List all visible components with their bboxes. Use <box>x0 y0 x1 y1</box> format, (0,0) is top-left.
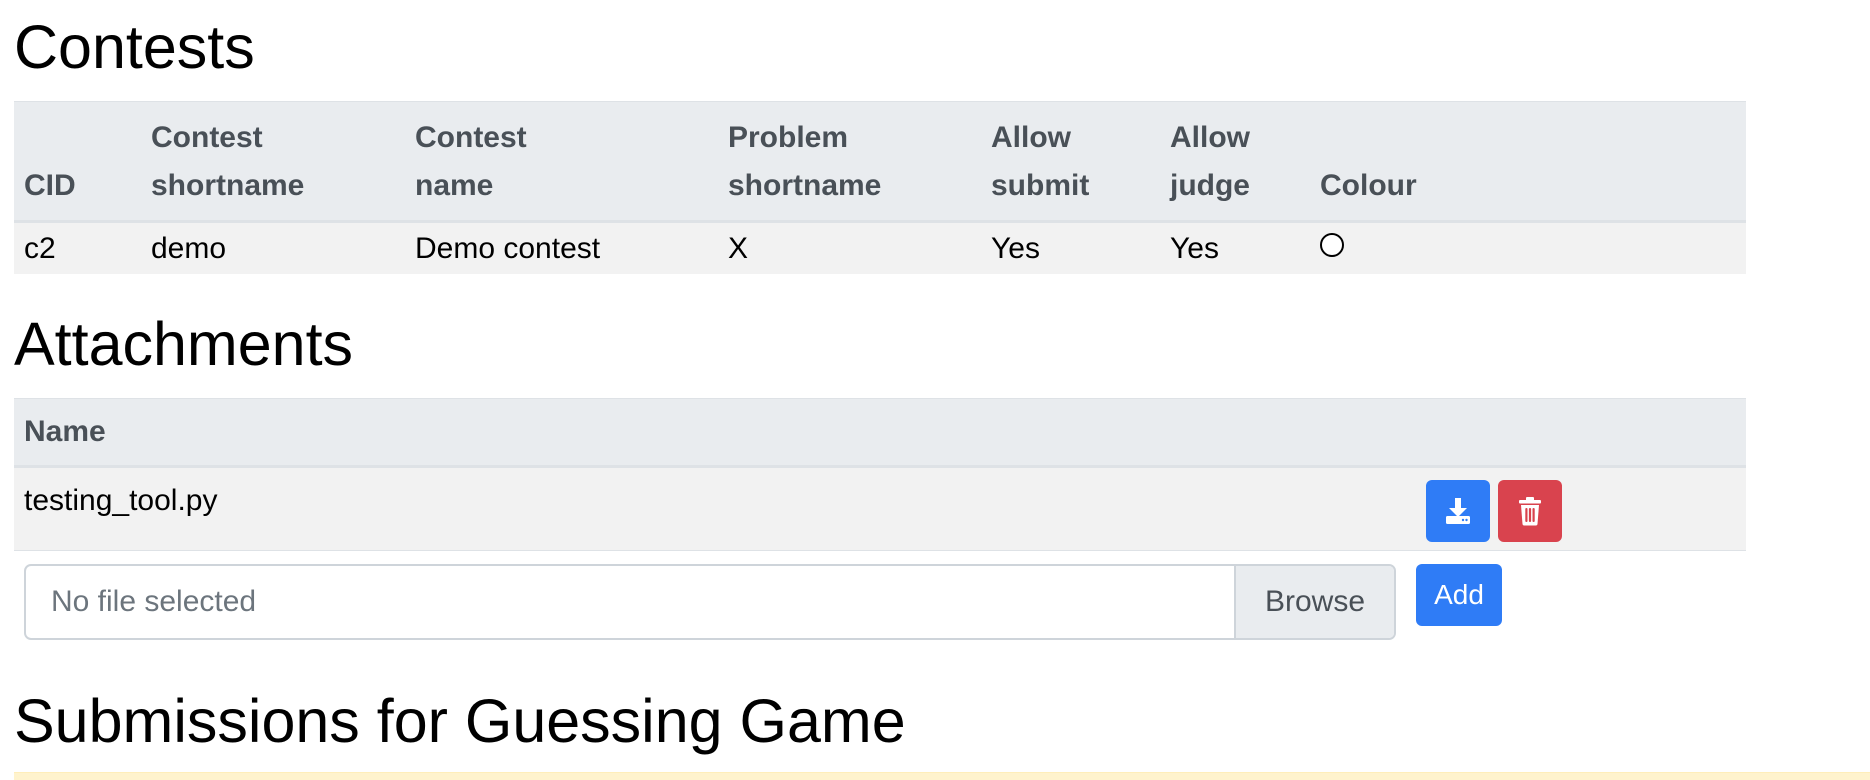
cell-contest-shortname[interactable]: demo <box>141 222 405 275</box>
download-icon <box>1446 498 1470 524</box>
page: Contests CID Contest shortname Contest nam… <box>0 0 1870 780</box>
attachment-name-cell: testing_tool.py <box>14 466 1416 551</box>
attachments-heading: Attachments <box>14 310 354 378</box>
column-header-name: Name <box>14 398 1416 468</box>
attachments-table: Name testing_tool.py <box>14 398 1746 551</box>
submissions-heading: Submissions for Guessing Game <box>14 687 906 755</box>
cell-cid[interactable]: c2 <box>14 222 141 275</box>
colour-swatch <box>1320 232 1344 257</box>
trash-icon <box>1519 497 1541 526</box>
delete-attachment-button[interactable] <box>1498 480 1562 542</box>
cell-allow-submit[interactable]: Yes <box>981 222 1160 275</box>
file-input-label[interactable]: No file selected <box>26 566 1234 638</box>
browse-button[interactable]: Browse <box>1234 566 1394 638</box>
table-row: testing_tool.py <box>14 466 1746 551</box>
file-upload-field[interactable]: No file selected Browse <box>24 564 1396 640</box>
column-header-allow-judge[interactable]: Allow judge <box>1160 101 1310 223</box>
cell-problem-shortname[interactable]: X <box>718 222 981 275</box>
attachment-name: testing_tool.py <box>24 484 218 517</box>
column-header-contest-name[interactable]: Contest name <box>405 101 718 223</box>
download-attachment-button[interactable] <box>1426 480 1490 542</box>
table-row[interactable]: c2 demo Demo contest X Yes Yes <box>14 221 1746 275</box>
column-header-contest-shortname[interactable]: Contest shortname <box>141 101 405 223</box>
column-header-allow-submit[interactable]: Allow submit <box>981 101 1160 223</box>
contests-heading: Contests <box>14 13 255 81</box>
attachments-header-row: Name <box>14 398 1746 468</box>
cell-contest-name[interactable]: Demo contest <box>405 222 718 275</box>
contests-header-row: CID Contest shortname Contest name Problem… <box>14 101 1746 223</box>
column-header-colour[interactable]: Colour <box>1310 101 1746 223</box>
submissions-alert <box>14 772 1870 780</box>
column-header-actions <box>1416 398 1746 468</box>
attachment-actions-cell <box>1416 466 1746 551</box>
add-attachment-button[interactable]: Add <box>1416 564 1502 626</box>
cell-colour[interactable] <box>1310 222 1746 275</box>
contests-table: CID Contest shortname Contest name Problem… <box>14 101 1746 274</box>
column-header-cid[interactable]: CID <box>14 101 141 223</box>
column-header-problem-shortname[interactable]: Problem shortname <box>718 101 981 223</box>
cell-allow-judge[interactable]: Yes <box>1160 222 1310 275</box>
